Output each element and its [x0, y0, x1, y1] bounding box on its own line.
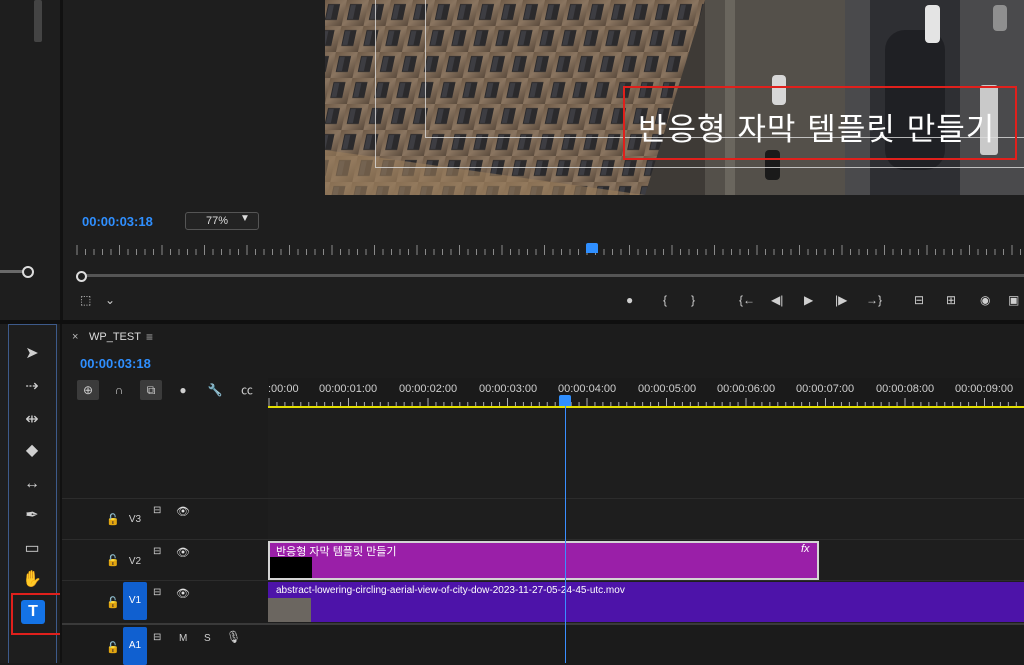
ruler-label: 00:00:02:00 [399, 383, 458, 395]
add-marker-icon[interactable]: ● [172, 380, 194, 400]
step-forward-button[interactable]: |▶ [835, 293, 847, 307]
slip-tool-icon[interactable]: ↔ [20, 474, 44, 494]
lock-open-icon[interactable]: 🔓 [106, 596, 120, 609]
panel-menu-icon[interactable]: ≡ [146, 330, 153, 344]
rectangle-tool-icon[interactable]: ▭ [20, 539, 44, 559]
lift-button[interactable]: ⊟ [914, 293, 924, 307]
export-frame-button[interactable]: ◉ [980, 293, 990, 307]
pen-tool-icon[interactable]: ✒ [20, 506, 44, 526]
hand-tool-icon[interactable]: ✋ [20, 570, 44, 590]
ruler-label: 00:00:06:00 [717, 383, 776, 395]
lock-open-icon[interactable]: 🔓 [106, 513, 120, 526]
track-label-v1[interactable]: V1 [123, 582, 147, 620]
lock-open-icon[interactable]: 🔓 [106, 641, 120, 654]
track-label-a1[interactable]: A1 [123, 627, 147, 665]
add-marker-button[interactable]: ● [626, 293, 633, 307]
extract-button[interactable]: ⊞ [946, 293, 956, 307]
monitor-time-ruler[interactable] [75, 242, 1024, 258]
playhead-timecode[interactable]: 00:00:03:18 [82, 214, 153, 229]
go-to-out-button[interactable]: →} [866, 293, 882, 307]
nest-toggle-icon[interactable]: ⊕ [77, 380, 99, 400]
ruler-label: 00:00:08:00 [876, 383, 935, 395]
clip-thumbnail [268, 598, 311, 622]
track-separator [62, 580, 1024, 581]
snap-icon[interactable]: ∩ [108, 380, 130, 400]
ruler-label: 00:00:07:00 [796, 383, 855, 395]
ruler-label: 00:00:05:00 [638, 383, 697, 395]
track-separator [62, 539, 1024, 540]
video-clip-name: abstract-lowering-circling-aerial-view-o… [276, 585, 625, 596]
timeline-settings-icon[interactable]: 🔧 [204, 380, 226, 400]
eye-icon[interactable]: 👁 [176, 546, 190, 559]
panel-scrollbar[interactable] [34, 0, 42, 42]
ruler-label: 00:00:09:00 [955, 383, 1014, 395]
fx-badge-icon[interactable]: fx [801, 543, 810, 555]
sequence-tab-name[interactable]: WP_TEST [89, 331, 141, 343]
monitor-playhead[interactable] [586, 243, 598, 253]
monitor-zoom-handle[interactable] [76, 271, 87, 282]
ruler-label: 00:00:03:00 [479, 383, 538, 395]
ruler-label: 00:00:01:00 [319, 383, 378, 395]
title-clip-name: 반응형 자막 템플릿 만들기 [276, 546, 397, 558]
ruler-label: 00:00:04:00 [558, 383, 617, 395]
timeline-playhead[interactable] [559, 395, 571, 406]
track-separator [62, 498, 1024, 499]
play-button[interactable]: ▶ [804, 293, 813, 307]
playhead-line[interactable] [565, 406, 566, 663]
close-icon[interactable]: × [72, 331, 78, 343]
lock-open-icon[interactable]: 🔓 [106, 554, 120, 567]
step-back-button[interactable]: ◀| [771, 293, 783, 307]
mark-in-button[interactable]: { [663, 293, 667, 307]
sync-lock-icon[interactable]: ⊟ [153, 632, 161, 643]
annotation-highlight-box [623, 86, 1017, 160]
monitor-zoom-scrollbar[interactable] [80, 274, 1024, 277]
panel-zoom-slider-handle[interactable] [22, 266, 34, 278]
mute-button[interactable]: M [179, 633, 187, 644]
mark-out-button[interactable]: } [691, 293, 695, 307]
ruler-label: :00:00 [268, 383, 299, 395]
captions-icon[interactable]: ㏄ [236, 380, 258, 400]
sync-lock-icon[interactable]: ⊟ [153, 587, 161, 598]
chevron-down-icon[interactable]: ⌄ [105, 293, 115, 307]
clip-thumbnail [270, 557, 312, 578]
linked-selection-icon[interactable]: ⧉ [140, 380, 162, 400]
chevron-down-icon[interactable]: ▼ [240, 213, 250, 224]
safe-margins-icon[interactable]: ⬚ [80, 293, 91, 307]
eye-icon[interactable]: 👁 [176, 505, 190, 518]
selection-tool-icon[interactable]: ➤ [20, 344, 44, 364]
eye-icon[interactable]: 👁 [176, 587, 190, 600]
solo-button[interactable]: S [204, 633, 211, 644]
sync-lock-icon[interactable]: ⊟ [153, 505, 161, 516]
razor-tool-icon[interactable]: ◆ [20, 441, 44, 461]
ripple-edit-tool-icon[interactable]: ⇹ [20, 410, 44, 430]
sync-lock-icon[interactable]: ⊟ [153, 546, 161, 557]
track-select-tool-icon[interactable]: ⇢ [20, 377, 44, 397]
track-label-v3[interactable]: V3 [123, 514, 147, 525]
microphone-icon[interactable]: 🎙 [226, 630, 241, 644]
video-audio-divider[interactable] [62, 623, 1024, 625]
sequence-timecode[interactable]: 00:00:03:18 [80, 356, 151, 371]
button-editor-icon[interactable]: ▣ [1008, 293, 1019, 307]
go-to-in-button[interactable]: {← [739, 293, 755, 307]
track-label-v2[interactable]: V2 [123, 556, 147, 567]
